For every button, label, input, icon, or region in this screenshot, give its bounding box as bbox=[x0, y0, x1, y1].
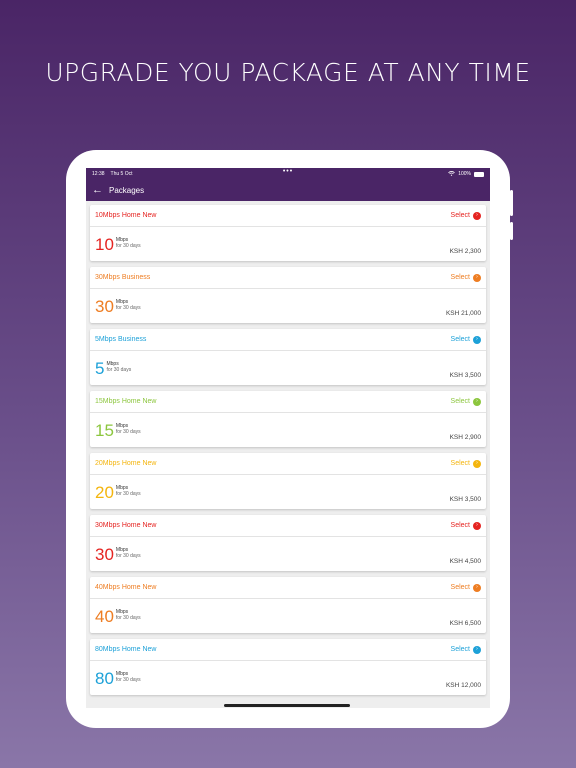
package-period: for 30 days bbox=[115, 677, 141, 683]
package-name: 20Mbps Home New bbox=[95, 460, 157, 467]
package-details: 40 Mbps for 30 days KSH 6,500 bbox=[90, 599, 486, 633]
package-list: 10Mbps Home New Select › 10 Mbps for 30 d… bbox=[86, 201, 490, 695]
select-button[interactable]: Select › bbox=[450, 211, 481, 220]
package-header: 10Mbps Home New Select › bbox=[90, 205, 486, 227]
select-arrow-icon: › bbox=[473, 211, 481, 220]
package-speed: 30 bbox=[95, 545, 114, 564]
home-indicator[interactable] bbox=[224, 704, 350, 707]
select-button[interactable]: Select › bbox=[450, 335, 481, 344]
status-bar: 12:38 Thu 5 Oct ••• 100% bbox=[86, 168, 490, 180]
back-arrow-icon[interactable]: ← bbox=[92, 185, 103, 196]
package-price: KSH 3,500 bbox=[449, 496, 481, 503]
wifi-icon bbox=[448, 170, 456, 178]
select-label: Select bbox=[450, 584, 470, 591]
package-header: 15Mbps Home New Select › bbox=[90, 391, 486, 413]
package-card: 15Mbps Home New Select › 15 Mbps for 30 d… bbox=[90, 391, 486, 447]
select-label: Select bbox=[450, 460, 470, 467]
device-volume-button bbox=[510, 222, 513, 240]
package-card: 80Mbps Home New Select › 80 Mbps for 30 d… bbox=[90, 639, 486, 695]
package-period: for 30 days bbox=[115, 243, 141, 249]
select-label: Select bbox=[450, 274, 470, 281]
package-card: 40Mbps Home New Select › 40 Mbps for 30 d… bbox=[90, 577, 486, 633]
status-date: Thu 5 Oct bbox=[110, 171, 133, 177]
app-bar: ← Packages bbox=[86, 180, 490, 201]
package-details: 15 Mbps for 30 days KSH 2,900 bbox=[90, 413, 486, 447]
package-price: KSH 12,000 bbox=[445, 682, 481, 689]
package-price: KSH 2,900 bbox=[449, 434, 481, 441]
package-period: for 30 days bbox=[106, 367, 132, 373]
package-name: 30Mbps Home New bbox=[95, 522, 157, 529]
package-details: 20 Mbps for 30 days KSH 3,500 bbox=[90, 475, 486, 509]
select-arrow-icon: › bbox=[473, 645, 481, 654]
package-details: 80 Mbps for 30 days KSH 12,000 bbox=[90, 661, 486, 695]
package-name: 10Mbps Home New bbox=[95, 212, 157, 219]
select-arrow-icon: › bbox=[473, 397, 481, 406]
package-period: for 30 days bbox=[115, 491, 141, 497]
package-header: 5Mbps Business Select › bbox=[90, 329, 486, 351]
package-period: for 30 days bbox=[115, 305, 141, 311]
select-label: Select bbox=[450, 398, 470, 405]
package-period: for 30 days bbox=[115, 553, 141, 559]
package-card: 20Mbps Home New Select › 20 Mbps for 30 d… bbox=[90, 453, 486, 509]
select-button[interactable]: Select › bbox=[450, 521, 481, 530]
package-details: 30 Mbps for 30 days KSH 4,500 bbox=[90, 537, 486, 571]
package-card: 30Mbps Business Select › 30 Mbps for 30 d… bbox=[90, 267, 486, 323]
package-name: 5Mbps Business bbox=[95, 336, 147, 343]
package-speed: 80 bbox=[95, 669, 114, 688]
select-button[interactable]: Select › bbox=[450, 645, 481, 654]
select-label: Select bbox=[450, 336, 470, 343]
package-card: 30Mbps Home New Select › 30 Mbps for 30 d… bbox=[90, 515, 486, 571]
battery-percent: 100% bbox=[458, 171, 471, 177]
select-button[interactable]: Select › bbox=[450, 397, 481, 406]
select-arrow-icon: › bbox=[473, 459, 481, 468]
select-button[interactable]: Select › bbox=[450, 459, 481, 468]
package-card: 10Mbps Home New Select › 10 Mbps for 30 d… bbox=[90, 205, 486, 261]
package-card: 5Mbps Business Select › 5 Mbps for 30 day… bbox=[90, 329, 486, 385]
package-price: KSH 4,500 bbox=[449, 558, 481, 565]
package-details: 30 Mbps for 30 days KSH 21,000 bbox=[90, 289, 486, 323]
package-price: KSH 21,000 bbox=[445, 310, 481, 317]
package-speed: 40 bbox=[95, 607, 114, 626]
app-screen: 12:38 Thu 5 Oct ••• 100% ← Packages 10Mb… bbox=[86, 168, 490, 708]
package-header: 80Mbps Home New Select › bbox=[90, 639, 486, 661]
device-side-button bbox=[510, 190, 513, 216]
status-time: 12:38 bbox=[92, 171, 105, 177]
package-speed: 5 bbox=[95, 359, 105, 378]
select-button[interactable]: Select › bbox=[450, 273, 481, 282]
package-speed: 15 bbox=[95, 421, 114, 440]
package-speed: 30 bbox=[95, 297, 114, 316]
select-label: Select bbox=[450, 212, 470, 219]
package-header: 30Mbps Home New Select › bbox=[90, 515, 486, 537]
select-button[interactable]: Select › bbox=[450, 583, 481, 592]
package-price: KSH 6,500 bbox=[449, 620, 481, 627]
package-name: 80Mbps Home New bbox=[95, 646, 157, 653]
package-name: 15Mbps Home New bbox=[95, 398, 157, 405]
multitask-dots-icon[interactable]: ••• bbox=[283, 168, 293, 175]
package-period: for 30 days bbox=[115, 615, 141, 621]
battery-icon bbox=[474, 171, 484, 177]
select-arrow-icon: › bbox=[473, 335, 481, 344]
package-speed: 10 bbox=[95, 235, 114, 254]
package-name: 30Mbps Business bbox=[95, 274, 151, 281]
package-details: 5 Mbps for 30 days KSH 3,500 bbox=[90, 351, 486, 385]
package-header: 40Mbps Home New Select › bbox=[90, 577, 486, 599]
promo-headline: UPGRADE YOU PACKAGE AT ANY TIME bbox=[45, 58, 531, 87]
package-price: KSH 2,300 bbox=[449, 248, 481, 255]
package-speed: 20 bbox=[95, 483, 114, 502]
page-title: Packages bbox=[109, 186, 145, 195]
select-arrow-icon: › bbox=[473, 583, 481, 592]
package-name: 40Mbps Home New bbox=[95, 584, 157, 591]
select-arrow-icon: › bbox=[473, 521, 481, 530]
select-label: Select bbox=[450, 522, 470, 529]
package-price: KSH 3,500 bbox=[449, 372, 481, 379]
package-header: 20Mbps Home New Select › bbox=[90, 453, 486, 475]
package-period: for 30 days bbox=[115, 429, 141, 435]
package-header: 30Mbps Business Select › bbox=[90, 267, 486, 289]
select-label: Select bbox=[450, 646, 470, 653]
package-details: 10 Mbps for 30 days KSH 2,300 bbox=[90, 227, 486, 261]
tablet-frame: 12:38 Thu 5 Oct ••• 100% ← Packages 10Mb… bbox=[66, 150, 513, 728]
select-arrow-icon: › bbox=[473, 273, 481, 282]
